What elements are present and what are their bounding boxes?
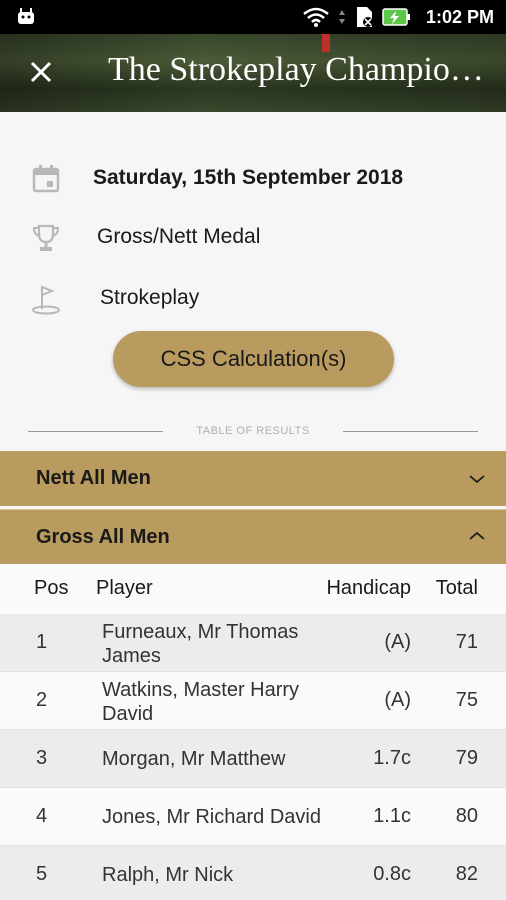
section-nett-all-men[interactable]: Nett All Men [0, 451, 506, 506]
col-pos: Pos [34, 577, 69, 599]
css-calculation-button[interactable]: CSS Calculation(s) [113, 331, 394, 387]
battery-charging-icon [382, 8, 410, 26]
table-row[interactable]: 4 Jones, Mr Richard David 1.1c 80 [0, 788, 506, 846]
calendar-icon [32, 165, 60, 193]
close-button[interactable] [24, 52, 58, 92]
chevron-up-icon [469, 531, 485, 540]
golf-flag-icon [32, 285, 60, 315]
row-pos: 3 [36, 747, 48, 769]
table-row[interactable]: 2 Watkins, Master Harry David (A) 75 [0, 672, 506, 730]
data-transfer-icon [338, 10, 345, 24]
row-total: 79 [455, 747, 478, 769]
event-format: Gross/Nett Medal [97, 225, 261, 248]
type-row: Strokeplay [0, 274, 506, 324]
trophy-icon [32, 224, 60, 251]
event-header: The Strokeplay Championship [0, 34, 506, 112]
row-handicap: (A) [384, 631, 411, 653]
row-handicap: 0.8c [373, 863, 411, 885]
col-total: Total [435, 577, 478, 599]
row-pos: 5 [36, 863, 48, 885]
event-type: Strokeplay [100, 286, 200, 309]
wifi-icon [303, 7, 329, 27]
row-player: Jones, Mr Richard David [102, 806, 321, 828]
table-row[interactable]: 5 Ralph, Mr Nick 0.8c 82 [0, 846, 506, 900]
divider-label: TABLE OF RESULTS [196, 425, 310, 437]
section-gross-all-men[interactable]: Gross All Men [0, 509, 506, 565]
row-handicap: (A) [384, 689, 411, 711]
row-player: Watkins, Master Harry David [102, 678, 322, 726]
table-row[interactable]: 3 Morgan, Mr Matthew 1.7c 79 [0, 730, 506, 788]
row-player: Furneaux, Mr Thomas James [102, 620, 322, 668]
row-total: 71 [455, 631, 478, 653]
event-date: Saturday, 15th September 2018 [93, 166, 404, 189]
player-name-line2: James [102, 645, 161, 667]
row-handicap: 1.1c [373, 805, 411, 827]
row-total: 82 [455, 863, 478, 885]
android-debug-icon [18, 8, 34, 24]
row-player: Ralph, Mr Nick [102, 864, 234, 886]
format-row: Gross/Nett Medal [0, 213, 506, 263]
chevron-down-icon [469, 475, 485, 484]
page-title: The Strokeplay Championship [108, 51, 498, 88]
section-label: Gross All Men [36, 526, 170, 548]
col-player: Player [96, 577, 153, 599]
player-name-line1: Watkins, Master Harry [102, 679, 300, 701]
status-time: 1:02 PM [425, 6, 494, 27]
table-row[interactable]: 1 Furneaux, Mr Thomas James (A) 71 [0, 614, 506, 672]
row-pos: 4 [36, 805, 48, 827]
results-table-header: Pos Player Handicap Total [0, 564, 506, 615]
row-pos: 2 [36, 689, 48, 711]
no-sim-icon [356, 7, 373, 27]
results-divider: TABLE OF RESULTS [28, 422, 478, 442]
close-icon [30, 61, 52, 83]
player-name-line1: Furneaux, Mr Thomas [102, 621, 299, 643]
status-bar: 1:02 PM [0, 0, 506, 34]
row-total: 75 [455, 689, 478, 711]
col-handicap: Handicap [326, 577, 411, 599]
row-total: 80 [455, 805, 478, 827]
row-player: Morgan, Mr Matthew [102, 748, 286, 770]
section-label: Nett All Men [36, 467, 151, 489]
row-handicap: 1.7c [373, 747, 411, 769]
player-name-line2: David [102, 703, 154, 725]
date-row: Saturday, 15th September 2018 [0, 154, 506, 204]
row-pos: 1 [36, 631, 48, 653]
